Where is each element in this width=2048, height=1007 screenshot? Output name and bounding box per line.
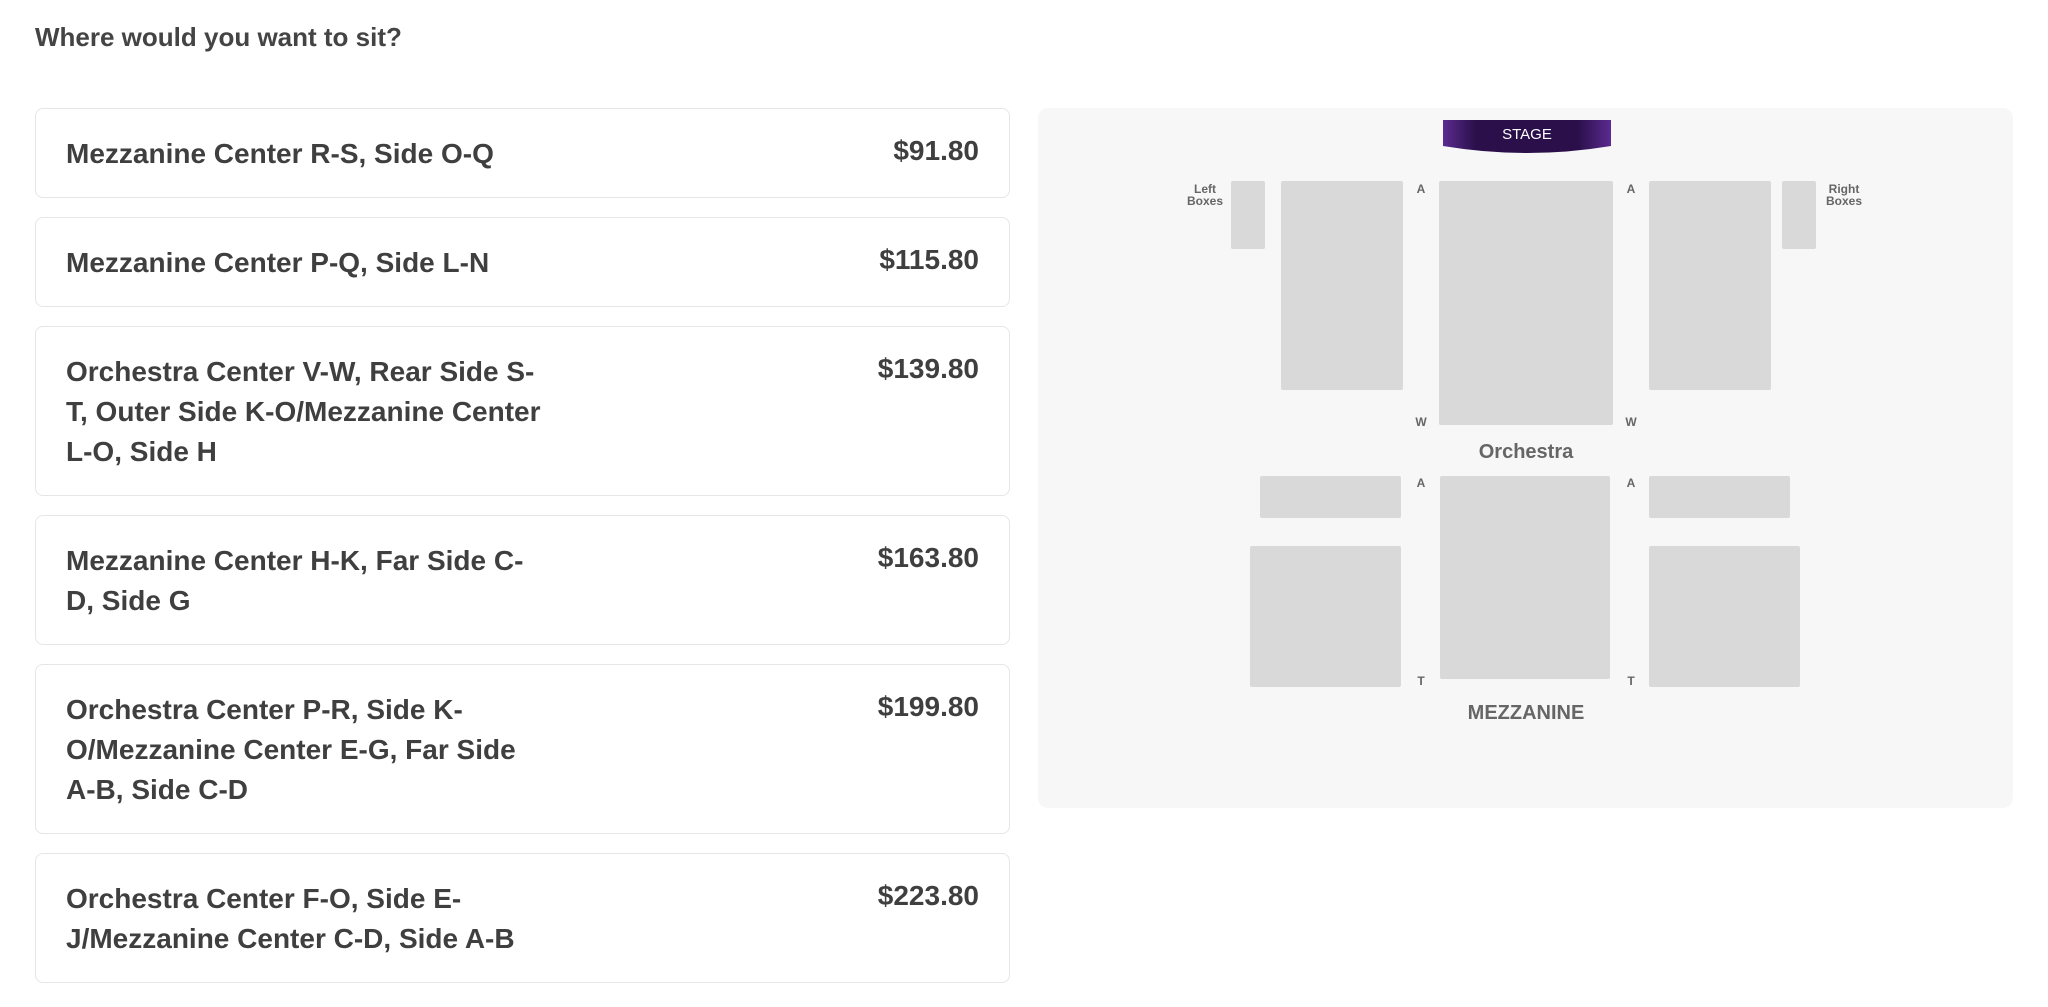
- seating-option[interactable]: Mezzanine Center H-K, Far Side C-D, Side…: [35, 515, 1010, 645]
- mezzanine-center-section[interactable]: [1440, 476, 1610, 679]
- row-label: A: [1627, 182, 1636, 196]
- left-boxes-section[interactable]: [1231, 181, 1265, 249]
- seating-option[interactable]: Mezzanine Center P-Q, Side L-N $115.80: [35, 217, 1010, 307]
- orchestra-center-section[interactable]: [1439, 181, 1613, 425]
- option-label: Mezzanine Center R-S, Side O-Q: [66, 138, 494, 169]
- orchestra-label: Orchestra: [1479, 441, 1574, 463]
- row-label: T: [1627, 674, 1635, 688]
- seating-option[interactable]: Orchestra Center P-R, Side K-O/Mezzanine…: [35, 664, 1010, 834]
- mezzanine-left-section[interactable]: [1250, 546, 1401, 687]
- orchestra-right-section[interactable]: [1649, 181, 1771, 390]
- option-label: Orchestra Center F-O, Side E-J/Mezzanine…: [66, 883, 515, 954]
- seat-map-svg: STAGE Left Boxes Right Boxes A A W W Orche…: [1187, 120, 1862, 724]
- stage-label: STAGE: [1502, 126, 1552, 143]
- seating-option[interactable]: Orchestra Center F-O, Side E-J/Mezzanine…: [35, 853, 1010, 983]
- orchestra-left-section[interactable]: [1281, 181, 1403, 390]
- option-price: $115.80: [879, 244, 979, 275]
- row-label: W: [1415, 415, 1427, 429]
- row-label: A: [1417, 476, 1426, 490]
- left-boxes-label: Left Boxes: [1187, 182, 1223, 208]
- right-boxes-section[interactable]: [1782, 181, 1816, 249]
- seating-option[interactable]: Orchestra Center V-W, Rear Side S-T, Out…: [35, 326, 1010, 496]
- mezzanine-right-section[interactable]: [1649, 546, 1800, 687]
- mezzanine-label: MEZZANINE: [1468, 702, 1585, 724]
- row-label: T: [1417, 674, 1425, 688]
- option-price: $223.80: [877, 880, 979, 911]
- page-title: Where would you want to sit?: [35, 22, 402, 52]
- row-label: A: [1627, 476, 1636, 490]
- seating-option[interactable]: Mezzanine Center R-S, Side O-Q $91.80: [35, 108, 1010, 198]
- option-label: Mezzanine Center H-K, Far Side C-D, Side…: [66, 545, 524, 616]
- option-label: Orchestra Center P-R, Side K-O/Mezzanine…: [66, 694, 516, 805]
- option-price: $139.80: [877, 353, 979, 384]
- right-boxes-label: Right Boxes: [1826, 182, 1862, 208]
- row-label: W: [1625, 415, 1637, 429]
- option-price: $199.80: [877, 691, 979, 722]
- option-label: Mezzanine Center P-Q, Side L-N: [66, 247, 490, 278]
- mezzanine-far-right-section[interactable]: [1649, 476, 1790, 518]
- seat-map: STAGE Left Boxes Right Boxes A A W W Orche…: [1038, 108, 2013, 808]
- option-price: $91.80: [893, 135, 979, 166]
- option-price: $163.80: [877, 542, 979, 573]
- row-label: A: [1417, 182, 1426, 196]
- mezzanine-far-left-section[interactable]: [1260, 476, 1401, 518]
- option-label: Orchestra Center V-W, Rear Side S-T, Out…: [66, 356, 541, 467]
